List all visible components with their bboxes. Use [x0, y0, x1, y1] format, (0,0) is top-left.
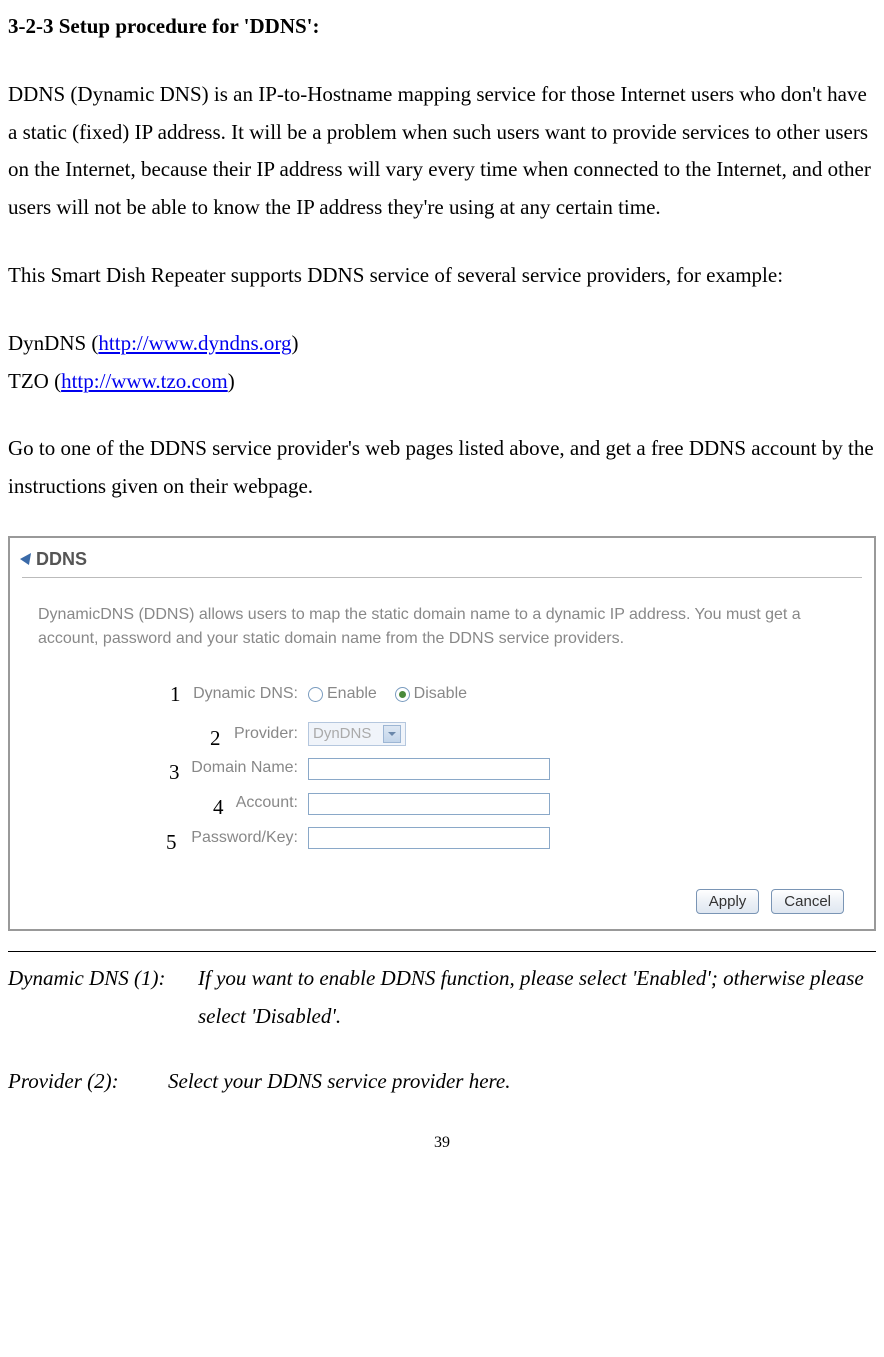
callout-4: 4	[213, 789, 224, 827]
ddns-config-panel: DDNS DynamicDNS (DDNS) allows users to m…	[8, 536, 876, 931]
domain-name-input[interactable]	[308, 758, 550, 780]
domain-controls	[308, 758, 550, 780]
callout-5: 5	[166, 824, 177, 862]
radio-icon	[395, 687, 410, 702]
password-controls	[308, 827, 550, 849]
account-controls	[308, 793, 550, 815]
dyndns-suffix: )	[292, 331, 299, 355]
chevron-down-icon	[383, 725, 401, 743]
row-domain-name: 3 Domain Name:	[38, 754, 846, 783]
desc-label-1: Dynamic DNS (1):	[8, 960, 198, 1036]
label-provider: Provider:	[38, 720, 308, 749]
disable-option[interactable]: Disable	[395, 680, 467, 709]
button-row: Apply Cancel	[10, 859, 874, 914]
page-number: 39	[8, 1129, 876, 1158]
provider-controls: DynDNS	[308, 722, 406, 746]
paragraph-3: Go to one of the DDNS service provider's…	[8, 430, 876, 506]
disable-label: Disable	[414, 680, 467, 709]
row-password: 5 Password/Key:	[38, 824, 846, 853]
dyndns-link[interactable]: http://www.dyndns.org	[98, 331, 291, 355]
panel-description: DynamicDNS (DDNS) allows users to map th…	[10, 578, 874, 669]
desc-text-1: If you want to enable DDNS function, ple…	[198, 960, 876, 1036]
callout-1: 1	[170, 676, 181, 714]
panel-title: DDNS	[36, 543, 87, 575]
dyndns-prefix: DynDNS (	[8, 331, 98, 355]
enable-label: Enable	[327, 680, 377, 709]
provider-select[interactable]: DynDNS	[308, 722, 406, 746]
cancel-button[interactable]: Cancel	[771, 889, 844, 914]
callout-2: 2	[210, 720, 221, 758]
desc-text-2: Select your DDNS service provider here.	[168, 1063, 511, 1101]
provider-selected: DynDNS	[313, 720, 371, 747]
form-area: 1 Dynamic DNS: Enable Disable 2 Provider…	[10, 676, 874, 853]
provider-links: DynDNS (http://www.dyndns.org) TZO (http…	[8, 325, 876, 401]
row-provider: 2 Provider: DynDNS	[38, 720, 846, 749]
panel-header: DDNS	[10, 538, 874, 577]
dynamic-dns-controls: Enable Disable	[308, 676, 467, 714]
paragraph-1: DDNS (Dynamic DNS) is an IP-to-Hostname …	[8, 76, 876, 227]
tzo-prefix: TZO (	[8, 369, 61, 393]
section-divider	[8, 951, 876, 952]
paragraph-2: This Smart Dish Repeater supports DDNS s…	[8, 257, 876, 295]
callout-3: 3	[169, 754, 180, 792]
desc-provider: Provider (2): Select your DDNS service p…	[8, 1063, 876, 1101]
tzo-link[interactable]: http://www.tzo.com	[61, 369, 228, 393]
row-dynamic-dns: 1 Dynamic DNS: Enable Disable	[38, 676, 846, 714]
enable-option[interactable]: Enable	[308, 680, 377, 709]
desc-dynamic-dns: Dynamic DNS (1): If you want to enable D…	[8, 960, 876, 1036]
password-input[interactable]	[308, 827, 550, 849]
account-input[interactable]	[308, 793, 550, 815]
row-account: 4 Account:	[38, 789, 846, 818]
label-account: Account:	[38, 789, 308, 818]
desc-label-2: Provider (2):	[8, 1063, 168, 1101]
radio-icon	[308, 687, 323, 702]
arrow-icon	[19, 553, 31, 565]
apply-button[interactable]: Apply	[696, 889, 760, 914]
tzo-suffix: )	[228, 369, 235, 393]
section-heading: 3-2-3 Setup procedure for 'DDNS':	[8, 8, 876, 46]
